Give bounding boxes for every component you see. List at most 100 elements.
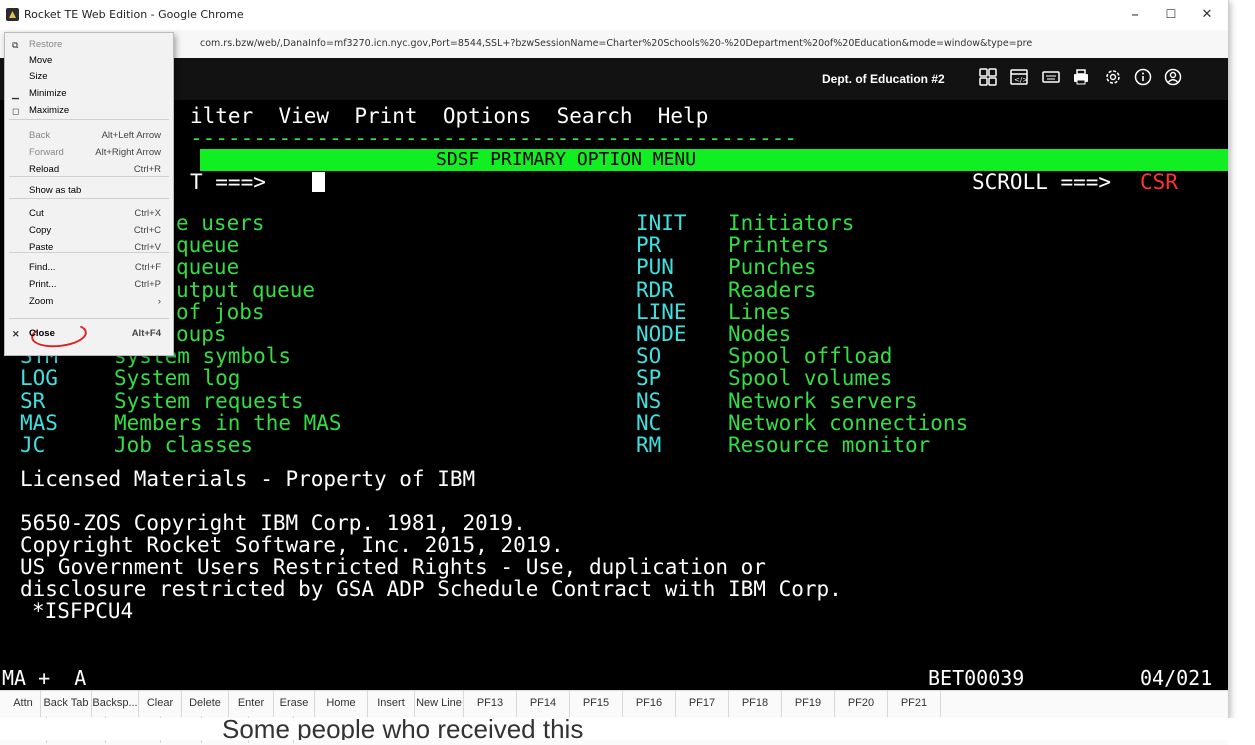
menu-item-maximize[interactable]: ◻ Maximize: [5, 102, 173, 120]
menu-item-shortcut: Ctrl+R: [133, 164, 161, 175]
browser-window: Rocket TE Web Edition - Google Chrome – …: [0, 0, 1229, 745]
maximize-button[interactable]: ☐: [1156, 7, 1186, 21]
key-delete[interactable]: Delete: [182, 690, 229, 717]
rocket-app-icon[interactable]: [6, 8, 19, 21]
menu-item-find[interactable]: Find... Ctrl+F: [5, 259, 173, 277]
menu-item-label: Print...: [29, 279, 57, 290]
menu-item-back[interactable]: Back Alt+Left Arrow: [5, 127, 173, 145]
left-option-command[interactable]: LOG: [20, 367, 58, 389]
key-pf21[interactable]: PF21: [888, 690, 941, 717]
left-option-command[interactable]: SR: [20, 390, 45, 412]
left-option-command[interactable]: MAS: [20, 412, 58, 434]
url-text[interactable]: com.rs.bzw/web/,DanaInfo=mf3270.icn.nyc.…: [200, 38, 1220, 49]
right-option-command[interactable]: INIT: [636, 212, 687, 234]
menu-item-paste[interactable]: Paste Ctrl+V: [5, 239, 173, 257]
terminal-id: *ISFPCU4: [32, 599, 134, 623]
right-option-description: Spool volumes: [728, 366, 893, 391]
right-option-description: Readers: [728, 277, 817, 302]
menu-item-copy[interactable]: Copy Ctrl+C: [5, 222, 173, 240]
panel-title-bar: SDSF PRIMARY OPTION MENU: [200, 149, 1228, 171]
minimize-button[interactable]: –: [1120, 5, 1150, 23]
window-title: Rocket TE Web Edition - Google Chrome: [24, 8, 244, 21]
right-option-command[interactable]: NS: [636, 390, 661, 412]
user-icon[interactable]: [1162, 68, 1184, 90]
right-option-command[interactable]: PR: [636, 234, 661, 256]
status-left: MA + A: [2, 666, 87, 690]
terminal-screen[interactable]: ilter View Print Options Search Help ---…: [0, 100, 1228, 716]
menu-item-close[interactable]: ✕ Close Alt+F4: [5, 325, 173, 343]
menu-item-cut[interactable]: Cut Ctrl+X: [5, 205, 173, 223]
menu-item-label: Close: [29, 328, 55, 339]
left-option-description: e users: [176, 211, 265, 235]
address-bar[interactable]: com.rs.bzw/web/,DanaInfo=mf3270.icn.nyc.…: [0, 30, 1228, 59]
key-pf20[interactable]: PF20: [835, 690, 888, 717]
right-option-command[interactable]: SO: [636, 345, 661, 367]
right-option-command[interactable]: NODE: [636, 323, 687, 345]
key-pf19[interactable]: PF19: [782, 690, 835, 717]
menu-item-label: Maximize: [29, 105, 70, 116]
keyboard-icon[interactable]: [1040, 68, 1062, 90]
right-option-command[interactable]: RDR: [636, 279, 674, 301]
right-option-command[interactable]: PUN: [636, 256, 674, 278]
menu-item-label: Minimize: [29, 88, 67, 99]
menu-item-label: Size: [29, 71, 48, 82]
menu-item-size[interactable]: Size: [5, 68, 173, 86]
menu-item-shortcut: Ctrl+V: [134, 242, 161, 253]
key-new-line[interactable]: New Line: [415, 690, 464, 717]
key-clear[interactable]: Clear: [139, 690, 182, 717]
menu-item-minimize[interactable]: ▁ Minimize: [5, 85, 173, 103]
svg-text:</>: </>: [1014, 76, 1028, 84]
menu-item-shortcut: Ctrl+F: [134, 262, 161, 273]
title-bar: Rocket TE Web Edition - Google Chrome – …: [0, 0, 1228, 30]
menu-item-print[interactable]: Print... Ctrl+P: [5, 276, 173, 294]
terminal-menu-bar[interactable]: ilter View Print Options Search Help: [190, 105, 708, 127]
key-pf17[interactable]: PF17: [676, 690, 729, 717]
print-icon[interactable]: [1070, 68, 1092, 90]
key-attn[interactable]: Attn: [6, 690, 41, 717]
menu-item-forward[interactable]: Forward Alt+Right Arrow: [5, 144, 173, 162]
key-pf13[interactable]: PF13: [464, 690, 517, 717]
right-option-description: Network connections: [728, 410, 969, 435]
key-erase[interactable]: Erase ...: [274, 690, 315, 736]
menu-item-show-as-tab[interactable]: Show as tab: [5, 182, 173, 200]
right-option-command[interactable]: LINE: [636, 301, 687, 323]
left-option-command[interactable]: JC: [20, 434, 45, 456]
grid-icon[interactable]: [977, 68, 999, 90]
menu-item-label: Back: [29, 130, 51, 141]
menu-item-label: Zoom: [29, 296, 54, 307]
right-option-command[interactable]: SP: [636, 367, 661, 389]
menu-item-zoom[interactable]: Zoom ›: [5, 293, 173, 311]
key-insert[interactable]: Insert: [368, 690, 415, 717]
key-pf16[interactable]: PF16: [623, 690, 676, 717]
right-option-command[interactable]: RM: [636, 434, 661, 456]
info-icon[interactable]: [1132, 68, 1154, 90]
right-option-description: Resource monitor: [728, 433, 931, 457]
background-page-text: Some people who received this: [222, 718, 584, 740]
menu-item-shortcut: Alt+F4: [131, 328, 161, 339]
licensed-text: Licensed Materials - Property of IBM: [20, 467, 476, 491]
key-enter[interactable]: Enter: [229, 690, 274, 717]
left-option-description: oups: [176, 322, 227, 346]
right-option-description: Network servers: [728, 388, 918, 413]
menu-item-shortcut: Alt+Right Arrow: [95, 147, 161, 158]
key-home[interactable]: Home: [315, 690, 368, 717]
key-pf18[interactable]: PF18: [729, 690, 782, 717]
scroll-value[interactable]: CSR: [1140, 171, 1178, 193]
right-option-description: Spool offload: [728, 344, 893, 369]
left-option-description: queue: [176, 233, 240, 258]
command-cursor[interactable]: [312, 172, 325, 192]
code-window-icon[interactable]: </>: [1008, 68, 1030, 90]
key-pf14[interactable]: PF14: [517, 690, 570, 717]
key-pf15[interactable]: PF15: [570, 690, 623, 717]
copyright-line-2: Copyright Rocket Software, Inc. 2015, 20…: [20, 533, 564, 557]
right-option-command[interactable]: NC: [636, 412, 661, 434]
close-button[interactable]: ✕: [1192, 7, 1222, 22]
left-option-description: utput queue: [176, 277, 316, 302]
menu-item-shortcut: ›: [157, 296, 161, 307]
app-header: Dept. of Education #2 </>: [0, 58, 1228, 100]
right-option-description: Printers: [728, 233, 830, 258]
menu-item-reload[interactable]: Reload Ctrl+R: [5, 161, 173, 179]
gear-icon[interactable]: [1102, 68, 1124, 90]
key-back-tab[interactable]: Back Tab: [41, 690, 92, 717]
key-backsp[interactable]: Backsp...: [92, 690, 139, 717]
